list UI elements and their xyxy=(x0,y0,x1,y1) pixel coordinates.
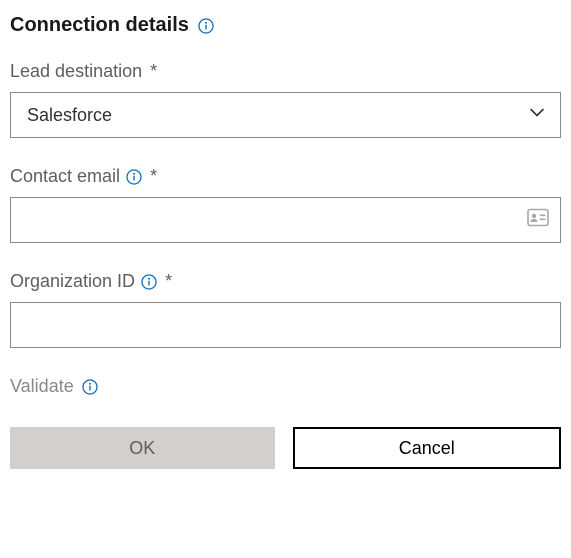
organization-id-field: Organization ID * xyxy=(10,271,561,348)
validate-label: Validate xyxy=(10,376,74,397)
info-icon[interactable] xyxy=(141,274,157,290)
organization-id-label: Organization ID * xyxy=(10,271,561,292)
organization-id-input-wrap xyxy=(10,302,561,348)
ok-button[interactable]: OK xyxy=(10,427,275,469)
required-indicator: * xyxy=(150,166,157,187)
ok-button-label: OK xyxy=(129,438,155,459)
contact-email-input[interactable] xyxy=(10,197,561,243)
contact-email-input-wrap xyxy=(10,197,561,243)
info-icon[interactable] xyxy=(126,169,142,185)
lead-destination-label: Lead destination * xyxy=(10,61,561,82)
cancel-button[interactable]: Cancel xyxy=(293,427,562,469)
contact-email-label-text: Contact email xyxy=(10,166,120,187)
contact-email-field: Contact email * xyxy=(10,166,561,243)
button-row: OK Cancel xyxy=(10,427,561,469)
section-title-text: Connection details xyxy=(10,14,189,37)
lead-destination-value: Salesforce xyxy=(27,105,112,126)
validate-link[interactable]: Validate xyxy=(10,376,561,397)
organization-id-input[interactable] xyxy=(10,302,561,348)
section-title: Connection details xyxy=(10,14,561,37)
lead-destination-select-wrap: Salesforce xyxy=(10,92,561,138)
contact-email-label: Contact email * xyxy=(10,166,561,187)
cancel-button-label: Cancel xyxy=(399,438,455,459)
contact-card-icon xyxy=(527,209,549,232)
required-indicator: * xyxy=(165,271,172,292)
organization-id-label-text: Organization ID xyxy=(10,271,135,292)
info-icon[interactable] xyxy=(82,379,98,395)
lead-destination-field: Lead destination * Salesforce xyxy=(10,61,561,138)
info-icon[interactable] xyxy=(198,18,214,34)
required-indicator: * xyxy=(150,61,157,82)
lead-destination-select[interactable]: Salesforce xyxy=(10,92,561,138)
lead-destination-label-text: Lead destination xyxy=(10,61,142,82)
